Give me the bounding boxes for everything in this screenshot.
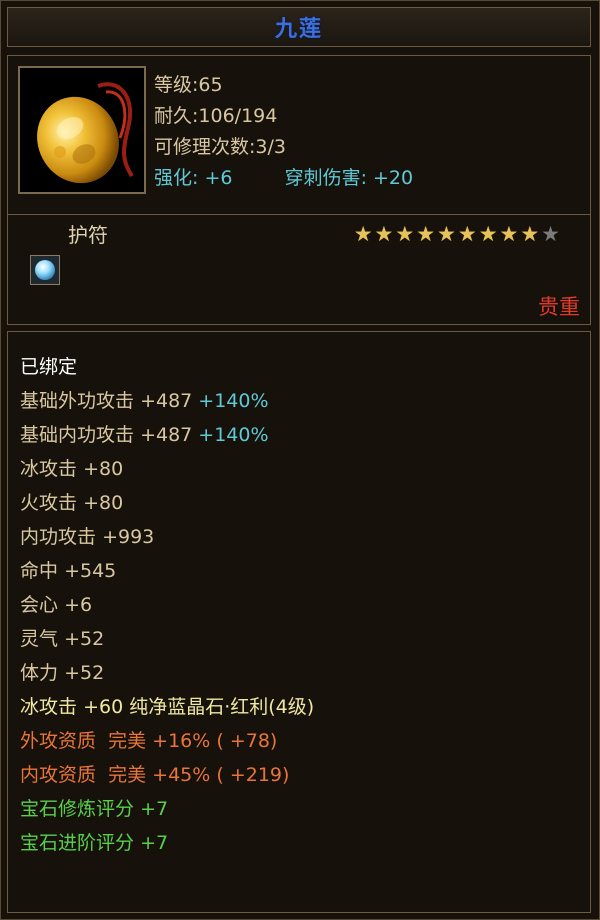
star-filled-icon: ★ <box>374 222 394 246</box>
item-tooltip: 九莲 等级:65 耐久:106/194 可修理次数:3/3 强化: +6 穿刺伤… <box>0 0 600 920</box>
attribute-list: 已绑定 基础外功攻击 +487 +140% 基础内功攻击 +487 +140% … <box>20 350 314 860</box>
bound-status: 已绑定 <box>20 356 78 378</box>
star-empty-icon: ★ <box>541 222 560 246</box>
amulet-image <box>37 82 134 184</box>
quality-line: 内攻资质 完美 +45% ( +219) <box>20 764 290 786</box>
enhance-row: 强化: +6 穿刺伤害: +20 <box>154 163 413 194</box>
star-filled-icon: ★ <box>416 222 436 246</box>
star-filled-icon: ★ <box>478 222 498 246</box>
attributes-panel: 已绑定 基础外功攻击 +487 +140% 基础内功攻击 +487 +140% … <box>7 331 591 913</box>
star-filled-icon: ★ <box>457 222 477 246</box>
attribute-line: 基础内功攻击 +487 +140% <box>20 424 269 446</box>
gem-name: 纯净蓝晶石·红利(4级) <box>129 696 315 718</box>
attribute-line: 火攻击 +80 <box>20 492 124 514</box>
attribute-line: 基础外功攻击 +487 +140% <box>20 390 269 412</box>
level-row: 等级:65 <box>154 74 223 96</box>
item-stats: 等级:65 耐久:106/194 可修理次数:3/3 强化: +6 穿刺伤害: … <box>154 70 413 194</box>
attribute-line: 会心 +6 <box>20 594 93 616</box>
gem-slot[interactable] <box>30 255 60 285</box>
attribute-line: 命中 +545 <box>20 560 117 582</box>
quality-line: 外攻资质 完美 +16% ( +78) <box>20 730 278 752</box>
star-filled-icon: ★ <box>520 222 540 246</box>
enhance-label: 强化: <box>154 167 199 189</box>
durability-row: 耐久:106/194 <box>154 105 278 127</box>
level-value: 65 <box>198 74 223 96</box>
item-header-panel: 等级:65 耐久:106/194 可修理次数:3/3 强化: +6 穿刺伤害: … <box>7 55 591 215</box>
attribute-line: 冰攻击 +80 <box>20 458 124 480</box>
repair-value: 3/3 <box>255 136 286 158</box>
star-filled-icon: ★ <box>437 222 456 246</box>
durability-value: 106/194 <box>198 105 278 127</box>
pierce-value: +20 <box>373 167 414 189</box>
star-filled-icon: ★ <box>353 222 373 246</box>
attribute-line: 灵气 +52 <box>20 628 105 650</box>
item-name: 九莲 <box>274 17 323 42</box>
gem-attribute-line: 冰攻击 +60 纯净蓝晶石·红利(4级) <box>20 696 315 718</box>
attribute-line: 内功攻击 +993 <box>20 526 155 548</box>
title-bar: 九莲 <box>7 7 591 47</box>
rarity-label: 贵重 <box>538 295 580 319</box>
score-line: 宝石进阶评分 +7 <box>20 832 169 854</box>
blue-crystal-gem-icon <box>35 260 55 280</box>
pierce-label: 穿刺伤害: <box>284 167 367 189</box>
star-filled-icon: ★ <box>395 222 415 246</box>
item-type-panel: 护符 ★ ★ ★ ★ ★ ★ ★ ★ ★ ★ 贵重 <box>7 215 591 325</box>
star-filled-icon: ★ <box>499 222 519 246</box>
item-type: 护符 <box>68 223 108 247</box>
score-line: 宝石修炼评分 +7 <box>20 798 169 820</box>
repair-row: 可修理次数:3/3 <box>154 136 286 158</box>
enhance-value: +6 <box>204 167 233 189</box>
star-rating: ★ ★ ★ ★ ★ ★ ★ ★ ★ ★ <box>354 223 560 245</box>
golden-amulet-icon <box>18 66 146 194</box>
attribute-line: 体力 +52 <box>20 662 105 684</box>
